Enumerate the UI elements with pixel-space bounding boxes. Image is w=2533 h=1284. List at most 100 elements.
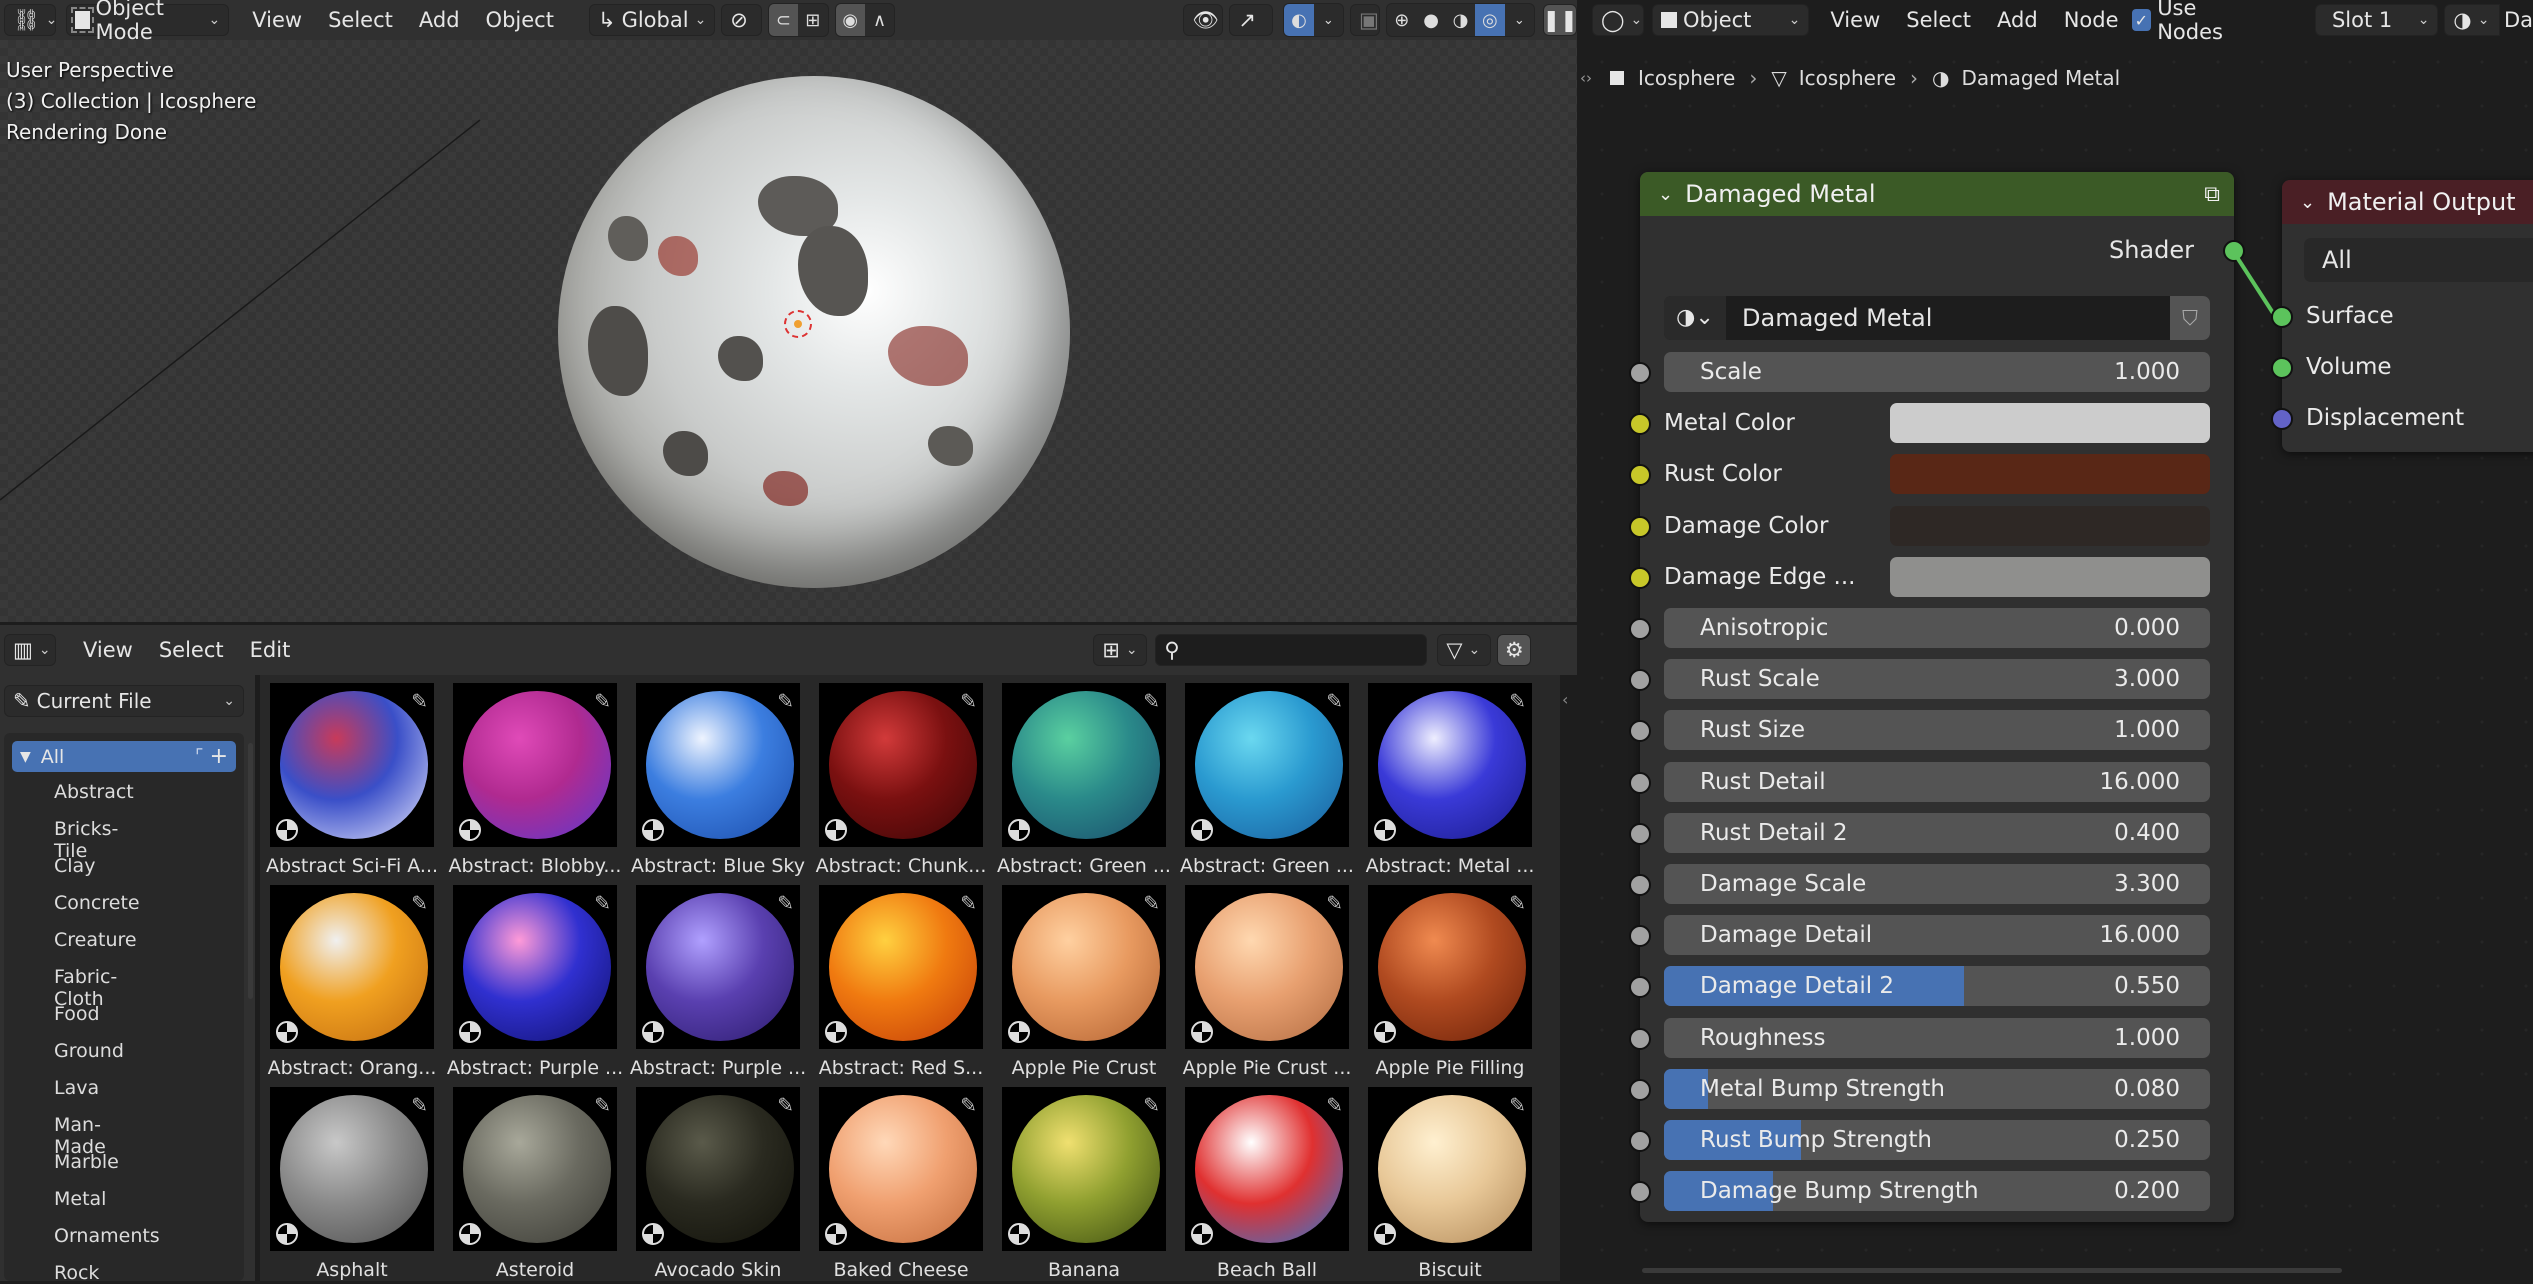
node-editor-canvas[interactable]: ‹› Icosphere › ▽ Icosphere › ◑ Damaged M…: [1580, 40, 2533, 1281]
slot-dropdown[interactable]: Slot 1 ⌄: [2314, 4, 2439, 36]
input-socket[interactable]: [1629, 976, 1651, 999]
asset-thumbnail[interactable]: ✎: [453, 885, 617, 1049]
asset-thumbnail[interactable]: ✎: [819, 885, 983, 1049]
asset-search-input[interactable]: [1185, 638, 1410, 662]
edit-asset-icon[interactable]: ✎: [960, 891, 977, 915]
input-socket[interactable]: [1629, 566, 1651, 589]
input-socket[interactable]: [1629, 1027, 1651, 1050]
menu-view[interactable]: View: [239, 8, 315, 32]
input-socket[interactable]: [2271, 306, 2293, 328]
mode-dropdown[interactable]: Object Mode ⌄: [66, 0, 230, 44]
asset-thumbnail[interactable]: ✎: [819, 1087, 983, 1251]
asset-thumbnail[interactable]: ✎: [636, 683, 800, 847]
value-slider[interactable]: Roughness 1.000: [1664, 1017, 2210, 1058]
node-editor-scrollbar[interactable]: [1642, 1268, 2342, 1273]
material-shading-icon[interactable]: ◑: [1446, 4, 1475, 36]
node-header[interactable]: ⌄ Material Output: [2282, 180, 2533, 224]
edit-asset-icon[interactable]: ✎: [1143, 689, 1160, 713]
edit-asset-icon[interactable]: ✎: [1326, 891, 1343, 915]
input-socket[interactable]: [2271, 408, 2293, 430]
asset-thumbnail[interactable]: ✎: [270, 683, 434, 847]
menu-object[interactable]: Object: [473, 8, 567, 32]
edit-asset-icon[interactable]: ✎: [777, 891, 794, 915]
menu-select[interactable]: Select: [1893, 8, 1984, 32]
edit-asset-icon[interactable]: ✎: [1143, 1093, 1160, 1117]
value-slider[interactable]: Rust Bump Strength 0.250: [1664, 1120, 2210, 1160]
catalog-item[interactable]: Marble: [54, 1151, 119, 1173]
edit-asset-icon[interactable]: ✎: [777, 1093, 794, 1117]
edit-asset-icon[interactable]: ✎: [1509, 689, 1526, 713]
editor-type-button[interactable]: ▥ ⌄: [4, 634, 56, 666]
menu-view[interactable]: View: [1817, 8, 1893, 32]
value-slider[interactable]: Damage Detail 2 0.550: [1664, 966, 2210, 1007]
input-socket[interactable]: [1629, 771, 1651, 794]
edit-asset-icon[interactable]: ✎: [777, 689, 794, 713]
color-swatch[interactable]: [1890, 556, 2210, 597]
chevron-down-icon[interactable]: ⌄: [1505, 4, 1534, 36]
snap-increment-icon[interactable]: ⊞: [798, 4, 827, 36]
catalog-item[interactable]: Lava: [54, 1077, 99, 1099]
edit-asset-icon[interactable]: ✎: [411, 891, 428, 915]
value-slider[interactable]: Rust Size 1.000: [1664, 710, 2210, 751]
new-catalog-icon[interactable]: ⌜: [195, 746, 203, 767]
menu-select[interactable]: Select: [146, 638, 237, 662]
proportional-edit-icon[interactable]: ◉: [835, 4, 865, 36]
snap-toggle-icon[interactable]: ⊂: [768, 4, 799, 36]
input-socket[interactable]: [1629, 515, 1651, 538]
pause-render-button[interactable]: ❚❚: [1542, 4, 1578, 36]
value-slider[interactable]: Damage Detail 16.000: [1664, 915, 2210, 956]
value-slider[interactable]: Damage Scale 3.300: [1664, 864, 2210, 904]
menu-view[interactable]: View: [70, 638, 146, 662]
filter-dropdown[interactable]: ▽ ⌄: [1437, 634, 1492, 666]
asset-thumbnail[interactable]: ✎: [1002, 885, 1166, 1049]
asset-thumbnail[interactable]: ✎: [270, 1087, 434, 1251]
asset-region-toggle[interactable]: ‹: [1562, 690, 1576, 720]
target-dropdown[interactable]: All: [2304, 238, 2533, 282]
add-icon[interactable]: +: [210, 744, 228, 769]
menu-node[interactable]: Node: [2051, 8, 2132, 32]
catalog-item[interactable]: Metal: [54, 1188, 106, 1210]
edit-asset-icon[interactable]: ✎: [1509, 1093, 1526, 1117]
display-mode-dropdown[interactable]: ⊞ ⌄: [1093, 634, 1148, 666]
asset-thumbnail[interactable]: ✎: [270, 885, 434, 1049]
value-slider[interactable]: Rust Detail 2 0.400: [1664, 812, 2210, 853]
3d-viewport[interactable]: User Perspective (3) Collection | Icosph…: [0, 40, 1577, 622]
edit-asset-icon[interactable]: ✎: [960, 689, 977, 713]
value-slider[interactable]: Anisotropic 0.000: [1664, 608, 2210, 648]
input-socket[interactable]: [2271, 357, 2293, 379]
asset-thumbnail[interactable]: ✎: [1002, 683, 1166, 847]
edit-asset-icon[interactable]: ✎: [1509, 891, 1526, 915]
icosphere-object[interactable]: [558, 76, 1070, 588]
editor-type-button[interactable]: ◯ ⌄: [1592, 4, 1644, 36]
input-socket[interactable]: [1629, 925, 1651, 948]
overlays-icon[interactable]: ◐: [1284, 4, 1314, 36]
shader-type-dropdown[interactable]: Object ⌄: [1652, 4, 1810, 36]
material-output-node[interactable]: ⌄ Material Output All Surface Volume Displ…: [2271, 180, 2533, 452]
catalog-item[interactable]: Ground: [54, 1040, 124, 1062]
color-swatch[interactable]: [1890, 454, 2210, 495]
edit-asset-icon[interactable]: ✎: [594, 1093, 611, 1117]
edit-asset-icon[interactable]: ✎: [1326, 689, 1343, 713]
edit-asset-icon[interactable]: ✎: [1143, 891, 1160, 915]
edit-asset-icon[interactable]: ✎: [411, 689, 428, 713]
asset-thumbnail[interactable]: ✎: [636, 1087, 800, 1251]
input-socket[interactable]: [1629, 1130, 1651, 1152]
xray-toggle[interactable]: ▣: [1350, 4, 1381, 36]
catalog-item[interactable]: Food: [54, 1003, 100, 1025]
chevron-down-icon[interactable]: ⌄: [1314, 4, 1343, 36]
library-dropdown[interactable]: ✎ Current File ⌄: [4, 685, 244, 717]
catalog-item[interactable]: Ornaments: [54, 1225, 160, 1247]
rendered-shading-icon[interactable]: ◎: [1475, 4, 1505, 36]
asset-thumbnail[interactable]: ✎: [1002, 1087, 1166, 1251]
asset-thumbnail[interactable]: ✎: [1368, 1087, 1532, 1251]
input-socket[interactable]: [1629, 874, 1651, 896]
input-socket[interactable]: [1629, 618, 1651, 640]
asset-thumbnail[interactable]: ✎: [1185, 885, 1349, 1049]
value-slider[interactable]: Metal Bump Strength 0.080: [1664, 1068, 2210, 1109]
menu-edit[interactable]: Edit: [237, 638, 304, 662]
asset-thumbnail[interactable]: ✎: [1185, 683, 1349, 847]
catalog-item[interactable]: Concrete: [54, 892, 140, 914]
asset-thumbnail[interactable]: ✎: [1185, 1087, 1349, 1251]
asset-thumbnail[interactable]: ✎: [453, 683, 617, 847]
pivot-dropdown[interactable]: ⊘: [721, 4, 762, 36]
